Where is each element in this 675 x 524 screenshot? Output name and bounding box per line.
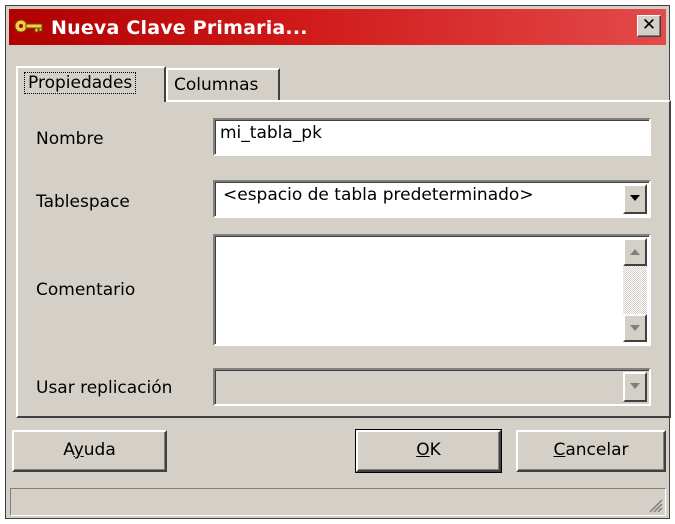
properties-panel: Nombre mi_tabla_pk Tablespace <espacio d… <box>16 100 671 418</box>
replicacion-dropdown-button[interactable] <box>623 372 647 402</box>
window-title: Nueva Clave Primaria... <box>51 17 308 39</box>
replicacion-label: Usar replicación <box>36 378 173 398</box>
nombre-input[interactable]: mi_tabla_pk <box>213 118 651 156</box>
chevron-down-icon <box>630 195 640 201</box>
scroll-track[interactable] <box>623 266 647 314</box>
ok-label-part: K <box>429 440 441 460</box>
scroll-down-button[interactable] <box>623 314 647 342</box>
close-icon: ✕ <box>641 15 657 35</box>
comentario-textarea[interactable] <box>213 234 651 346</box>
close-button[interactable]: ✕ <box>637 15 661 37</box>
help-button[interactable]: Ayuda <box>12 430 167 472</box>
tab-propiedades-label: Propiedades <box>24 72 137 94</box>
dialog-window: Nueva Clave Primaria... ✕ Propiedades Co… <box>5 5 671 519</box>
chevron-down-icon <box>630 383 640 389</box>
tablespace-label: Tablespace <box>36 192 130 212</box>
nombre-value: mi_tabla_pk <box>220 123 322 143</box>
tab-columnas-label: Columnas <box>174 75 259 95</box>
tablespace-value: <espacio de tabla predeterminado> <box>223 185 534 205</box>
help-mnemonic: y <box>73 440 84 460</box>
tab-propiedades[interactable]: Propiedades <box>16 66 166 102</box>
cancel-label-part: ancelar <box>565 440 629 460</box>
tab-columnas[interactable]: Columnas <box>166 68 280 100</box>
scroll-up-icon <box>630 249 640 255</box>
cancel-mnemonic: C <box>553 440 566 460</box>
replicacion-select[interactable] <box>213 368 651 406</box>
ok-button[interactable]: OK <box>355 429 502 473</box>
cancel-button[interactable]: Cancelar <box>516 430 666 472</box>
comentario-label: Comentario <box>36 280 136 300</box>
tablespace-dropdown-button[interactable] <box>623 184 647 214</box>
title-bar[interactable]: Nueva Clave Primaria... ✕ <box>9 9 666 45</box>
tablespace-select[interactable]: <espacio de tabla predeterminado> <box>213 180 651 218</box>
scroll-up-button[interactable] <box>623 238 647 266</box>
help-label-part: uda <box>83 440 116 460</box>
status-bar <box>10 488 666 516</box>
help-label-part: A <box>63 440 74 460</box>
resize-grip-icon[interactable] <box>647 497 663 513</box>
scroll-down-icon <box>630 325 640 331</box>
ok-mnemonic: O <box>416 440 430 460</box>
key-icon <box>14 19 43 33</box>
nombre-label: Nombre <box>36 129 104 149</box>
